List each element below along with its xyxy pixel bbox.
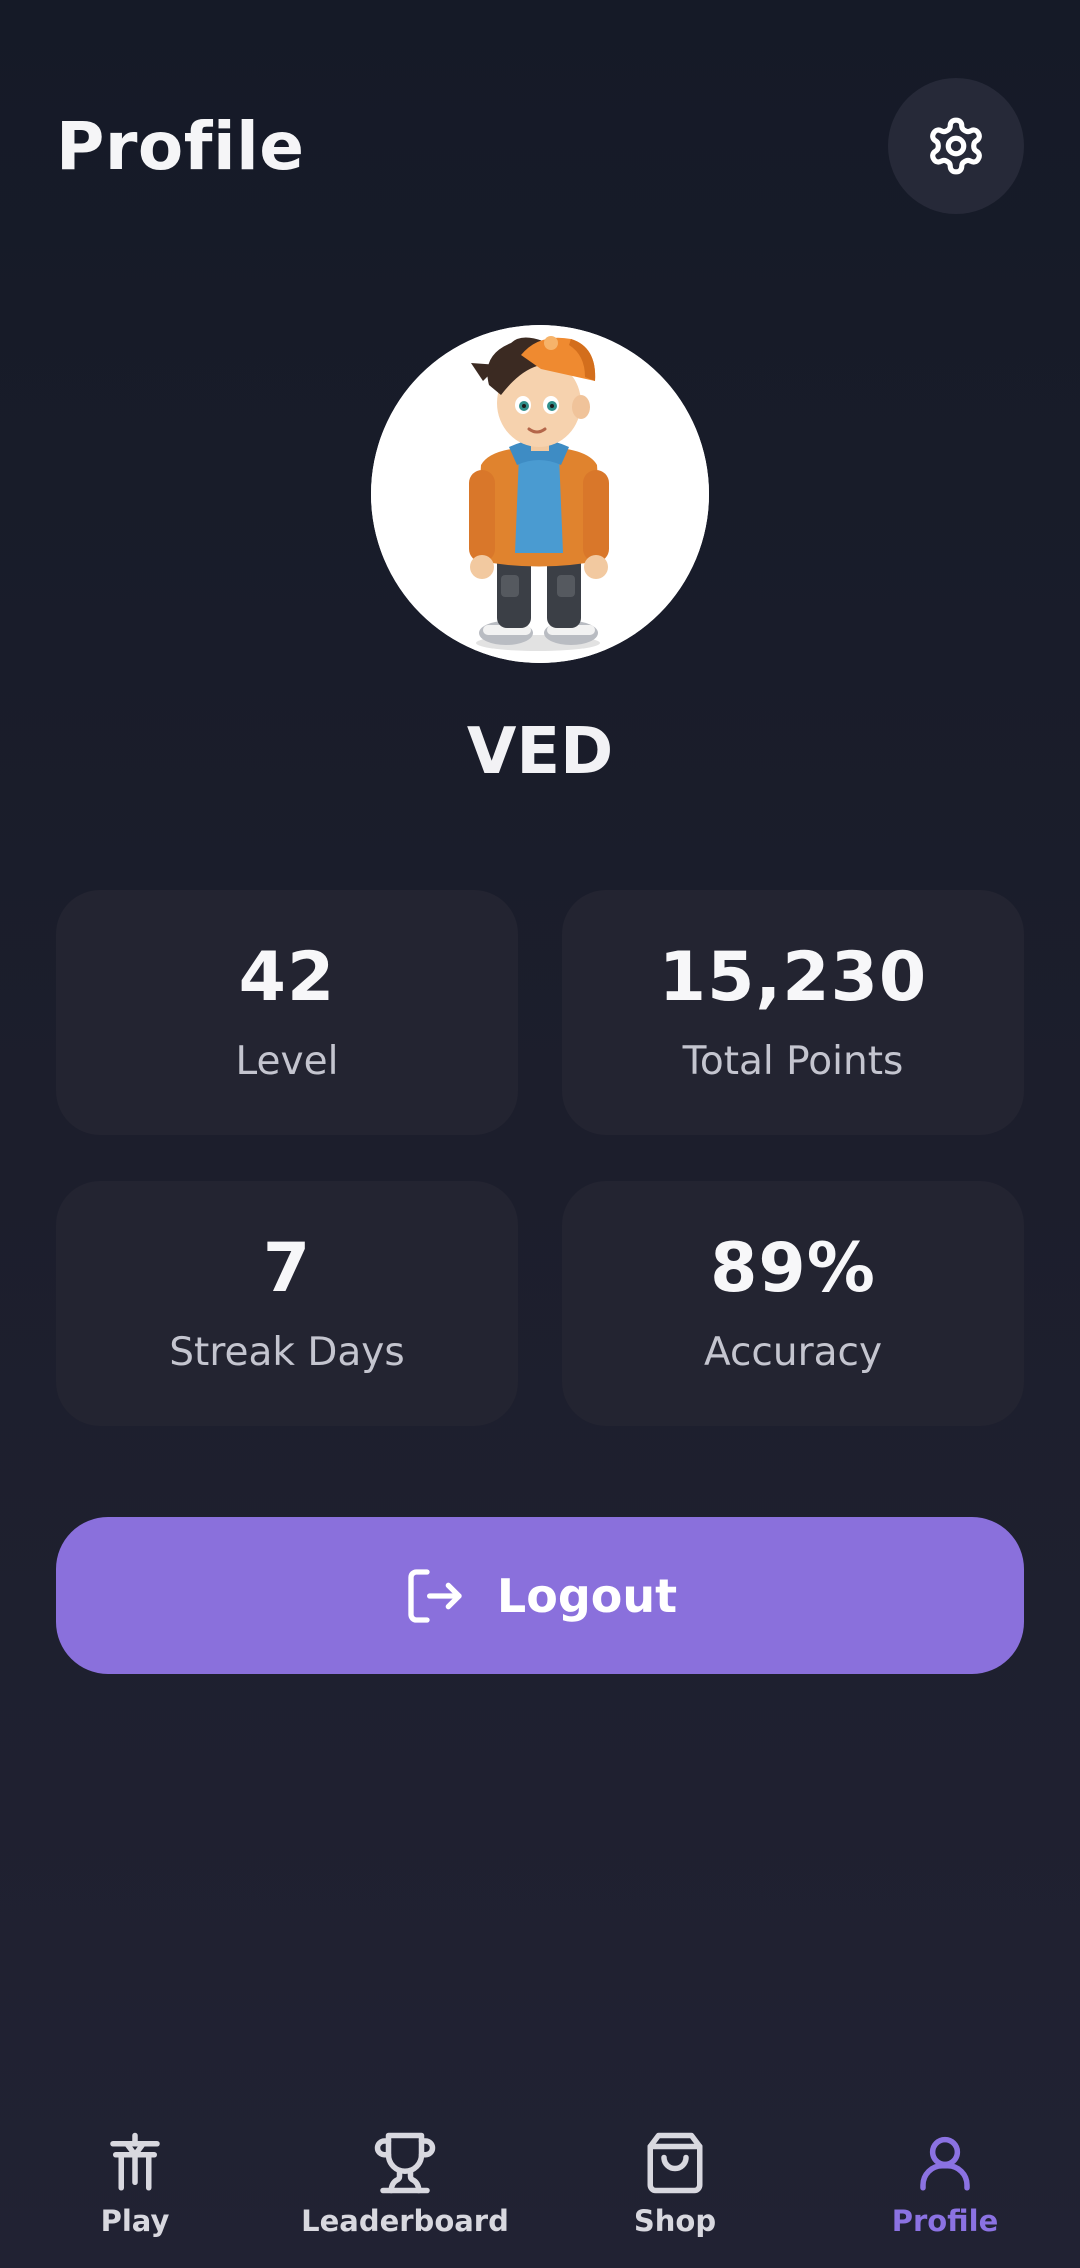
stat-label: Level xyxy=(235,1039,339,1084)
logout-button[interactable]: Logout xyxy=(56,1517,1024,1674)
logout-label: Logout xyxy=(496,1568,678,1623)
trophy-icon xyxy=(374,2132,436,2194)
username: VED xyxy=(466,715,614,789)
header: Profile xyxy=(56,78,1024,214)
play-icon xyxy=(110,2132,160,2191)
nav-label: Shop xyxy=(633,2204,717,2238)
stat-value: 15,230 xyxy=(658,938,928,1017)
nav-label: Play xyxy=(100,2204,170,2238)
avatar[interactable] xyxy=(371,325,709,663)
nav-label: Leaderboard xyxy=(301,2204,509,2238)
nav-label: Profile xyxy=(891,2204,999,2238)
stat-card-accuracy: 89% Accuracy xyxy=(562,1181,1024,1426)
logout-icon xyxy=(408,1568,462,1623)
stat-value: 42 xyxy=(238,938,336,1017)
stat-value: 89% xyxy=(710,1229,876,1308)
stat-card-streak-days: 7 Streak Days xyxy=(56,1181,518,1426)
stat-label: Accuracy xyxy=(703,1330,883,1375)
stat-value: 7 xyxy=(262,1229,312,1308)
stat-label: Total Points xyxy=(682,1039,904,1084)
settings-button[interactable] xyxy=(888,78,1024,214)
stat-card-total-points: 15,230 Total Points xyxy=(562,890,1024,1135)
stat-label: Streak Days xyxy=(169,1330,405,1375)
gear-icon xyxy=(930,117,982,175)
nav-item-shop[interactable]: Shop xyxy=(540,2130,810,2268)
stats-grid: 42 Level 15,230 Total Points 7 Streak Da… xyxy=(56,890,1024,1426)
cartoon-boy-avatar xyxy=(371,325,709,663)
user-icon xyxy=(920,2136,970,2191)
bottom-nav: Play Leaderboard Shop Profile xyxy=(0,2130,1080,2268)
stat-card-level: 42 Level xyxy=(56,890,518,1135)
nav-item-play[interactable]: Play xyxy=(0,2130,270,2268)
shopping-bag-icon xyxy=(647,2132,703,2194)
nav-item-profile[interactable]: Profile xyxy=(810,2130,1080,2268)
nav-item-leaderboard[interactable]: Leaderboard xyxy=(270,2130,540,2268)
page-title: Profile xyxy=(56,107,305,185)
